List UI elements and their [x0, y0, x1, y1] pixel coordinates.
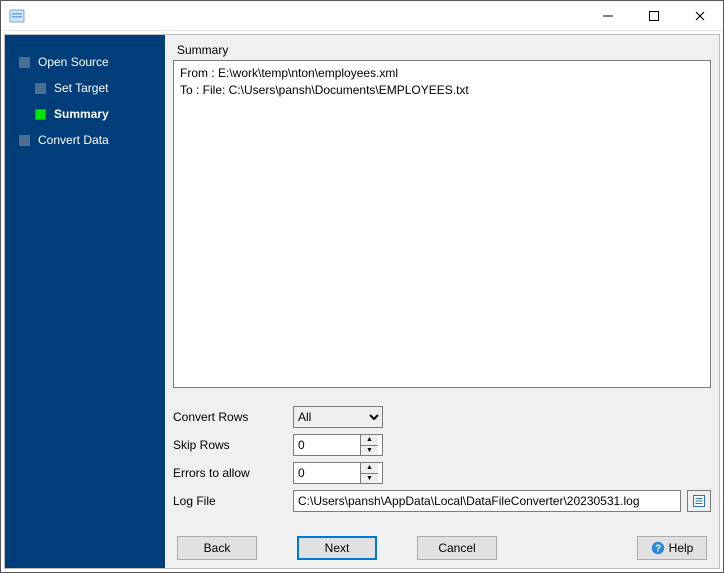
titlebar: [1, 1, 723, 31]
summary-to-line: To : File: C:\Users\pansh\Documents\EMPL…: [180, 82, 704, 99]
client-area: Open Source Set Target Summary Convert D…: [4, 34, 720, 569]
skip-rows-spinner[interactable]: ▲ ▼: [293, 434, 383, 456]
row-errors-allow: Errors to allow ▲ ▼: [173, 462, 711, 484]
skip-rows-label: Skip Rows: [173, 438, 293, 452]
main-panel: Summary From : E:\work\temp\nton\employe…: [165, 35, 719, 568]
log-file-input[interactable]: [293, 490, 681, 512]
svg-text:?: ?: [655, 544, 661, 555]
step-set-target[interactable]: Set Target: [5, 75, 165, 101]
minimize-button[interactable]: [585, 1, 631, 31]
step-marker-icon: [19, 135, 30, 146]
step-summary[interactable]: Summary: [5, 101, 165, 127]
step-marker-icon: [35, 83, 46, 94]
spin-up-icon[interactable]: ▲: [361, 435, 378, 446]
convert-rows-label: Convert Rows: [173, 410, 293, 424]
spin-down-icon[interactable]: ▼: [361, 474, 378, 484]
step-open-source[interactable]: Open Source: [5, 49, 165, 75]
cancel-button[interactable]: Cancel: [417, 536, 497, 560]
errors-allow-input[interactable]: [294, 463, 360, 483]
next-button[interactable]: Next: [297, 536, 377, 560]
summary-heading: Summary: [177, 43, 711, 57]
wizard-buttons: Back Next Cancel ? Help: [173, 536, 711, 560]
help-button[interactable]: ? Help: [637, 536, 707, 560]
app-window: Open Source Set Target Summary Convert D…: [0, 0, 724, 573]
step-label: Set Target: [54, 81, 108, 95]
back-button[interactable]: Back: [177, 536, 257, 560]
browse-log-button[interactable]: [687, 490, 711, 512]
spin-down-icon[interactable]: ▼: [361, 446, 378, 456]
step-label: Summary: [54, 107, 109, 121]
row-log-file: Log File: [173, 490, 711, 512]
help-icon: ?: [651, 541, 665, 555]
browse-icon: [692, 494, 706, 508]
maximize-button[interactable]: [631, 1, 677, 31]
errors-allow-label: Errors to allow: [173, 466, 293, 480]
skip-rows-input[interactable]: [294, 435, 360, 455]
convert-rows-select[interactable]: All: [293, 406, 383, 428]
row-skip-rows: Skip Rows ▲ ▼: [173, 434, 711, 456]
step-marker-icon: [35, 109, 46, 120]
close-button[interactable]: [677, 1, 723, 31]
errors-allow-spinner[interactable]: ▲ ▼: [293, 462, 383, 484]
summary-from-line: From : E:\work\temp\nton\employees.xml: [180, 65, 704, 82]
step-label: Convert Data: [38, 133, 109, 147]
summary-textbox[interactable]: From : E:\work\temp\nton\employees.xml T…: [173, 60, 711, 388]
log-file-label: Log File: [173, 494, 293, 508]
step-convert-data[interactable]: Convert Data: [5, 127, 165, 153]
wizard-sidebar: Open Source Set Target Summary Convert D…: [5, 35, 165, 568]
step-label: Open Source: [38, 55, 109, 69]
options-form: Convert Rows All Skip Rows ▲ ▼: [173, 406, 711, 518]
app-icon: [9, 8, 25, 24]
step-marker-icon: [19, 57, 30, 68]
row-convert-rows: Convert Rows All: [173, 406, 711, 428]
spin-up-icon[interactable]: ▲: [361, 463, 378, 474]
